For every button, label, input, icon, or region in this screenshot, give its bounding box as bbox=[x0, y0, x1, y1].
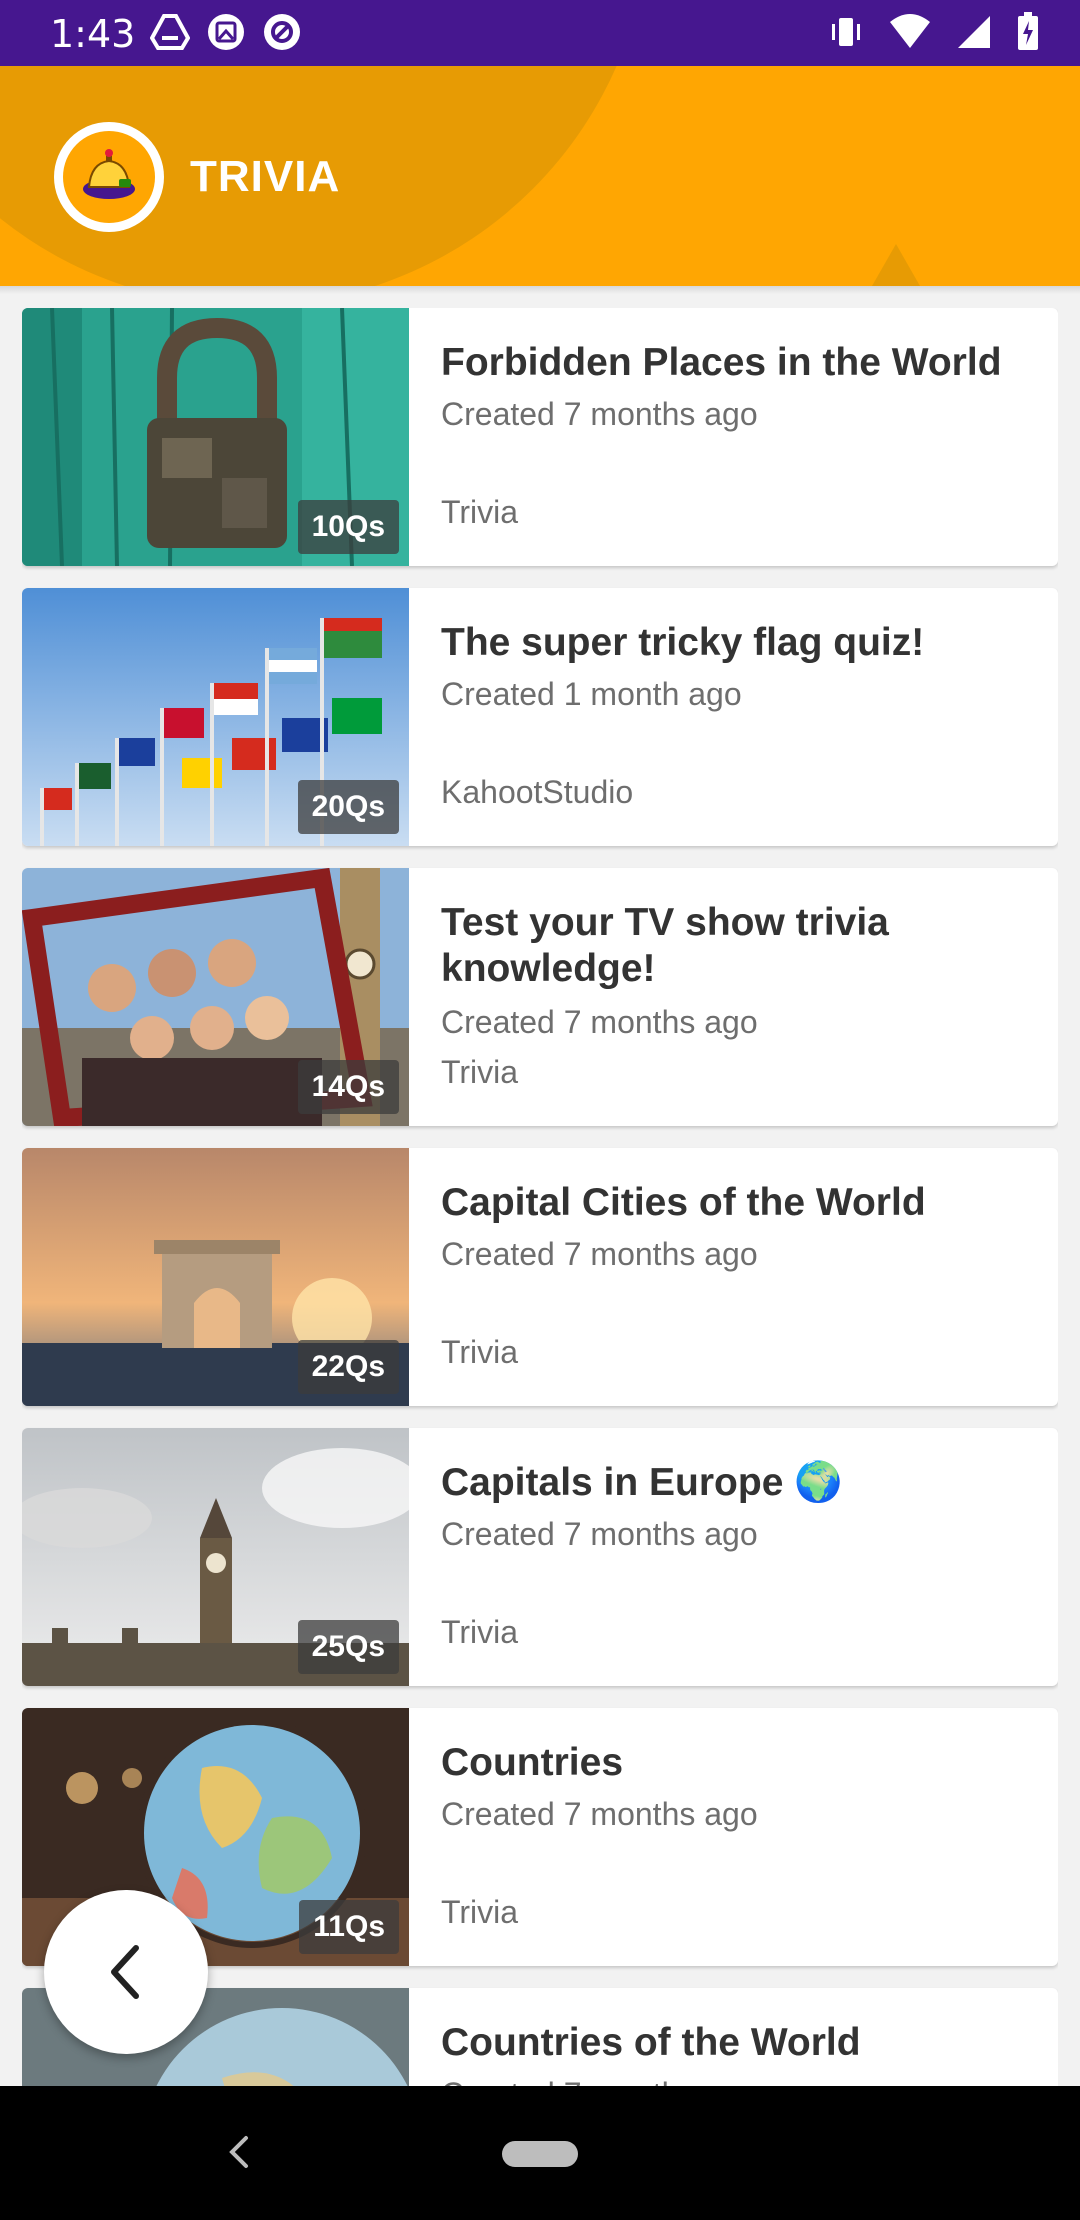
chevron-left-icon bbox=[111, 1945, 139, 1999]
quiz-created: Created 7 months ago bbox=[441, 1796, 758, 1832]
trivia-logo-icon bbox=[83, 149, 135, 199]
question-count-badge: 20Qs bbox=[297, 780, 399, 834]
quiz-thumbnail-arc-de-triomphe: 22Qs bbox=[22, 1148, 409, 1406]
quiz-created: Created 7 months ago bbox=[441, 1236, 758, 1272]
quiz-author[interactable]: Trivia bbox=[441, 1894, 518, 1931]
quiz-thumbnail-flags: 20Qs bbox=[22, 588, 409, 846]
quiz-title: The super tricky flag quiz! bbox=[441, 621, 925, 664]
drive-icon bbox=[150, 14, 190, 50]
quiz-author[interactable]: Trivia bbox=[441, 1614, 518, 1651]
signal-icon bbox=[958, 16, 990, 48]
status-time: 1:43 bbox=[50, 12, 136, 56]
quiz-created: Created 7 months ago bbox=[441, 1516, 758, 1552]
question-count-badge: 14Qs bbox=[297, 1060, 399, 1114]
quiz-author[interactable]: KahootStudio bbox=[441, 774, 633, 811]
quiz-card[interactable]: 25Qs Capitals in Europe 🌍 Created 7 mont… bbox=[22, 1428, 1058, 1686]
system-nav-bar bbox=[0, 2086, 1080, 2220]
quiz-thumbnail-tv-show: 14Qs bbox=[22, 868, 409, 1126]
quiz-title: Countries bbox=[441, 1741, 624, 1784]
quiz-thumbnail-big-ben: 25Qs bbox=[22, 1428, 409, 1686]
nav-home-pill[interactable] bbox=[502, 2141, 578, 2167]
nav-back-icon[interactable] bbox=[226, 2134, 252, 2170]
quiz-card[interactable]: 10Qs Forbidden Places in the World Creat… bbox=[22, 308, 1058, 566]
status-system-icons bbox=[826, 12, 1040, 52]
wifi-icon bbox=[890, 14, 930, 48]
question-count-badge: 25Qs bbox=[297, 1620, 399, 1674]
header-notch bbox=[872, 244, 920, 286]
app-header: TRIVIA bbox=[0, 66, 1080, 286]
quiz-created: Created 7 months ago bbox=[441, 396, 758, 432]
quiz-list[interactable]: 10Qs Forbidden Places in the World Creat… bbox=[22, 308, 1058, 2086]
quiz-thumbnail-padlock: 10Qs bbox=[22, 308, 409, 566]
status-notification-icons bbox=[150, 12, 302, 52]
profile-avatar[interactable] bbox=[54, 122, 164, 232]
question-count-badge: 10Qs bbox=[297, 500, 399, 554]
quiz-card[interactable]: 20Qs The super tricky flag quiz! Created… bbox=[22, 588, 1058, 846]
quiz-created: Created 7 months ago bbox=[441, 1004, 758, 1040]
quiz-title: Capital Cities of the World bbox=[441, 1181, 926, 1224]
question-count-badge: 11Qs bbox=[299, 1900, 399, 1954]
quiz-card[interactable]: 14Qs Test your TV show trivia knowledge!… bbox=[22, 868, 1058, 1126]
vibrate-icon bbox=[832, 18, 860, 46]
quiz-author[interactable]: Trivia bbox=[441, 1054, 518, 1091]
quiz-title: Capitals in Europe 🌍 bbox=[441, 1461, 843, 1504]
sync-icon bbox=[264, 14, 300, 50]
quiz-card[interactable]: 22Qs Capital Cities of the World Created… bbox=[22, 1148, 1058, 1406]
page-title: TRIVIA bbox=[190, 152, 341, 201]
quiz-title: Countries of the World bbox=[441, 2021, 861, 2064]
quiz-author[interactable]: Trivia bbox=[441, 1334, 518, 1371]
back-button[interactable] bbox=[44, 1890, 208, 2054]
header-shadow bbox=[0, 286, 1080, 294]
quiz-author[interactable]: Trivia bbox=[441, 494, 518, 531]
image-icon bbox=[208, 14, 244, 50]
quiz-created: Created 7 months ago bbox=[441, 2076, 758, 2086]
quiz-title: Forbidden Places in the World bbox=[441, 341, 1002, 384]
status-bar: 1:43 bbox=[0, 0, 1080, 66]
battery-charging-icon bbox=[1018, 12, 1038, 50]
quiz-title: Test your TV show trivia knowledge! bbox=[441, 901, 889, 990]
quiz-created: Created 1 month ago bbox=[441, 676, 742, 712]
question-count-badge: 22Qs bbox=[297, 1340, 399, 1394]
